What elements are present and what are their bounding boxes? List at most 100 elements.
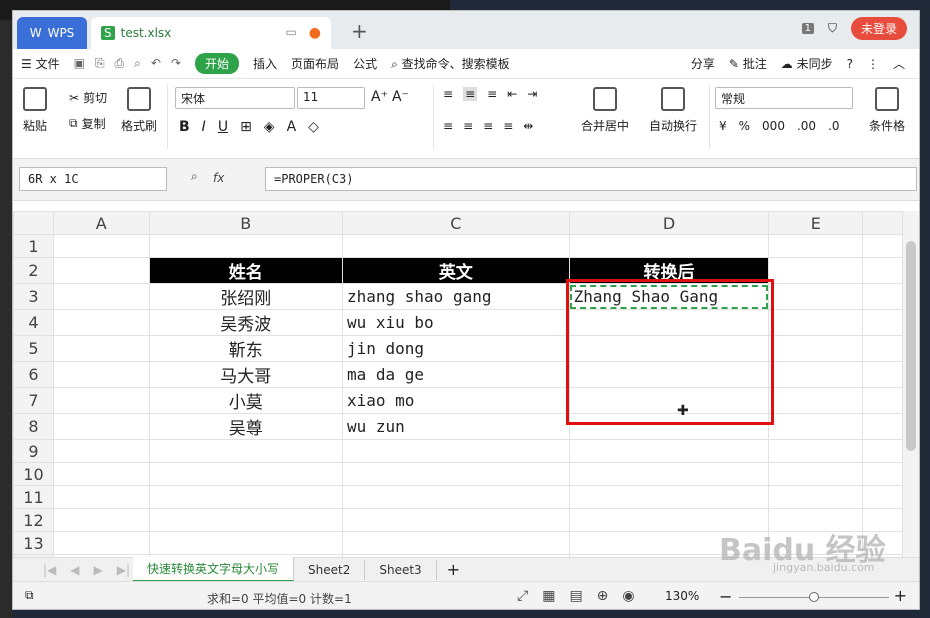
cell[interactable] (52, 309, 150, 336)
print-preview-icon[interactable]: ⌕ (134, 56, 141, 71)
align-top-icon[interactable]: ≡ (443, 87, 453, 101)
number-format-select[interactable]: 常规 (715, 87, 853, 109)
english-cell[interactable]: wu xiu bo (341, 309, 570, 336)
prev-sheet-icon[interactable]: ◀ (70, 563, 79, 577)
cell[interactable] (768, 309, 864, 336)
cell[interactable] (148, 234, 343, 258)
decrease-decimal-icon[interactable]: .0 (828, 119, 839, 133)
cell[interactable] (148, 439, 343, 463)
name-cell[interactable]: 马大哥 (148, 361, 343, 388)
cell[interactable] (52, 335, 150, 362)
header-cell-english[interactable]: 英文 (341, 257, 570, 284)
row-header[interactable]: 13 (13, 531, 54, 555)
cell[interactable] (52, 462, 150, 486)
first-sheet-icon[interactable]: |◀ (43, 563, 56, 577)
font-name-select[interactable]: 宋体 (175, 87, 295, 109)
name-cell[interactable]: 吴尊 (148, 413, 343, 440)
row-header[interactable]: 3 (13, 283, 54, 310)
cell[interactable] (862, 309, 903, 336)
tab-start[interactable]: 开始 (195, 53, 240, 74)
column-header-b[interactable]: B (148, 211, 343, 235)
italic-icon[interactable]: I (202, 119, 206, 135)
increase-decimal-icon[interactable]: .00 (797, 119, 816, 133)
cell[interactable] (341, 462, 570, 486)
justify-icon[interactable]: ≡ (503, 119, 513, 133)
search-command[interactable]: ⌕ 查找命令、搜索模板 (391, 55, 510, 72)
english-cell[interactable]: ma da ge (341, 361, 570, 388)
scrollbar-thumb[interactable] (906, 241, 916, 451)
eye-protection-icon[interactable]: ◉ (622, 588, 634, 604)
cell[interactable] (862, 283, 903, 310)
sheet-tab-active[interactable]: 快速转换英文字母大小写 (133, 557, 295, 582)
cell[interactable] (862, 413, 903, 440)
skin-shirt-icon[interactable]: ⛉ (828, 21, 837, 36)
document-tab[interactable]: S test.xlsx ▭ ● (91, 17, 331, 49)
cell[interactable] (768, 335, 864, 362)
english-cell[interactable]: jin dong (341, 335, 570, 362)
zoom-slider-knob[interactable] (809, 592, 819, 602)
name-cell[interactable]: 张绍刚 (148, 283, 343, 310)
zoom-in-button[interactable]: + (894, 586, 907, 605)
page-layout-icon[interactable]: ▤ (569, 588, 582, 604)
header-cell-name[interactable]: 姓名 (148, 257, 343, 284)
cell[interactable] (862, 485, 903, 509)
wps-home-tab[interactable]: W WPS (17, 17, 87, 49)
cell[interactable] (862, 387, 903, 414)
redo-icon[interactable]: ↷ (171, 56, 181, 71)
row-header[interactable]: 7 (13, 387, 54, 414)
cell[interactable] (768, 234, 864, 258)
decrease-font-icon[interactable]: A⁻ (392, 89, 409, 105)
row-header[interactable]: 11 (13, 485, 54, 509)
cut-button[interactable]: ✂ 剪切 (69, 89, 107, 106)
english-cell[interactable]: zhang shao gang (341, 283, 570, 310)
new-tab-button[interactable]: + (351, 19, 368, 43)
border-icon[interactable]: ⊞ (240, 119, 252, 135)
row-header[interactable]: 12 (13, 508, 54, 532)
cell[interactable] (52, 387, 150, 414)
row-header[interactable]: 10 (13, 462, 54, 486)
cell[interactable] (52, 361, 150, 388)
row-header[interactable]: 5 (13, 335, 54, 362)
distribute-icon[interactable]: ⇹ (523, 119, 533, 133)
select-all-corner[interactable] (13, 211, 54, 235)
cell[interactable] (862, 257, 903, 284)
column-header-a[interactable]: A (52, 211, 150, 235)
wrap-text-button[interactable]: 自动换行 (649, 87, 697, 134)
align-left-icon[interactable]: ≡ (443, 119, 453, 133)
macro-icon[interactable]: ⧉ (25, 588, 34, 603)
cell[interactable] (148, 485, 343, 509)
login-button[interactable]: 未登录 (850, 17, 907, 40)
cell[interactable] (768, 283, 864, 310)
next-sheet-icon[interactable]: ▶ (94, 563, 103, 577)
more-icon[interactable]: ⋮ (867, 57, 879, 71)
last-sheet-icon[interactable]: ▶| (117, 563, 130, 577)
normal-view-icon[interactable]: ▦ (542, 588, 555, 604)
zoom-out-button[interactable]: − (719, 587, 732, 606)
zoom-search-icon[interactable]: ⌕ (191, 169, 198, 184)
comment-button[interactable]: ✎ 批注 (729, 55, 767, 72)
row-header[interactable]: 4 (13, 309, 54, 336)
vertical-scrollbar[interactable] (903, 211, 919, 557)
monitor-icon[interactable]: ▭ (285, 25, 296, 41)
english-cell[interactable]: wu zun (341, 413, 570, 440)
format-painter-button[interactable]: 格式刷 (121, 87, 157, 134)
cell[interactable] (52, 439, 150, 463)
cell[interactable] (52, 485, 150, 509)
formula-input[interactable]: =PROPER(C3) (265, 167, 917, 191)
cell[interactable] (341, 485, 570, 509)
align-middle-icon[interactable]: ≡ (463, 87, 478, 101)
cell[interactable] (768, 485, 864, 509)
undo-icon[interactable]: ↶ (151, 56, 161, 71)
fx-icon[interactable]: fx (213, 171, 224, 185)
underline-icon[interactable]: U (218, 119, 228, 135)
tab-insert[interactable]: 插入 (253, 55, 277, 72)
cell[interactable] (148, 508, 343, 532)
font-color-icon[interactable]: A (287, 119, 297, 135)
row-header[interactable]: 1 (13, 234, 54, 258)
align-center-icon[interactable]: ≡ (463, 119, 473, 133)
cell[interactable] (341, 531, 570, 555)
cell[interactable] (52, 234, 150, 258)
cell[interactable] (341, 439, 570, 463)
collapse-ribbon-icon[interactable]: ︿ (893, 55, 905, 72)
cell[interactable] (768, 439, 864, 463)
